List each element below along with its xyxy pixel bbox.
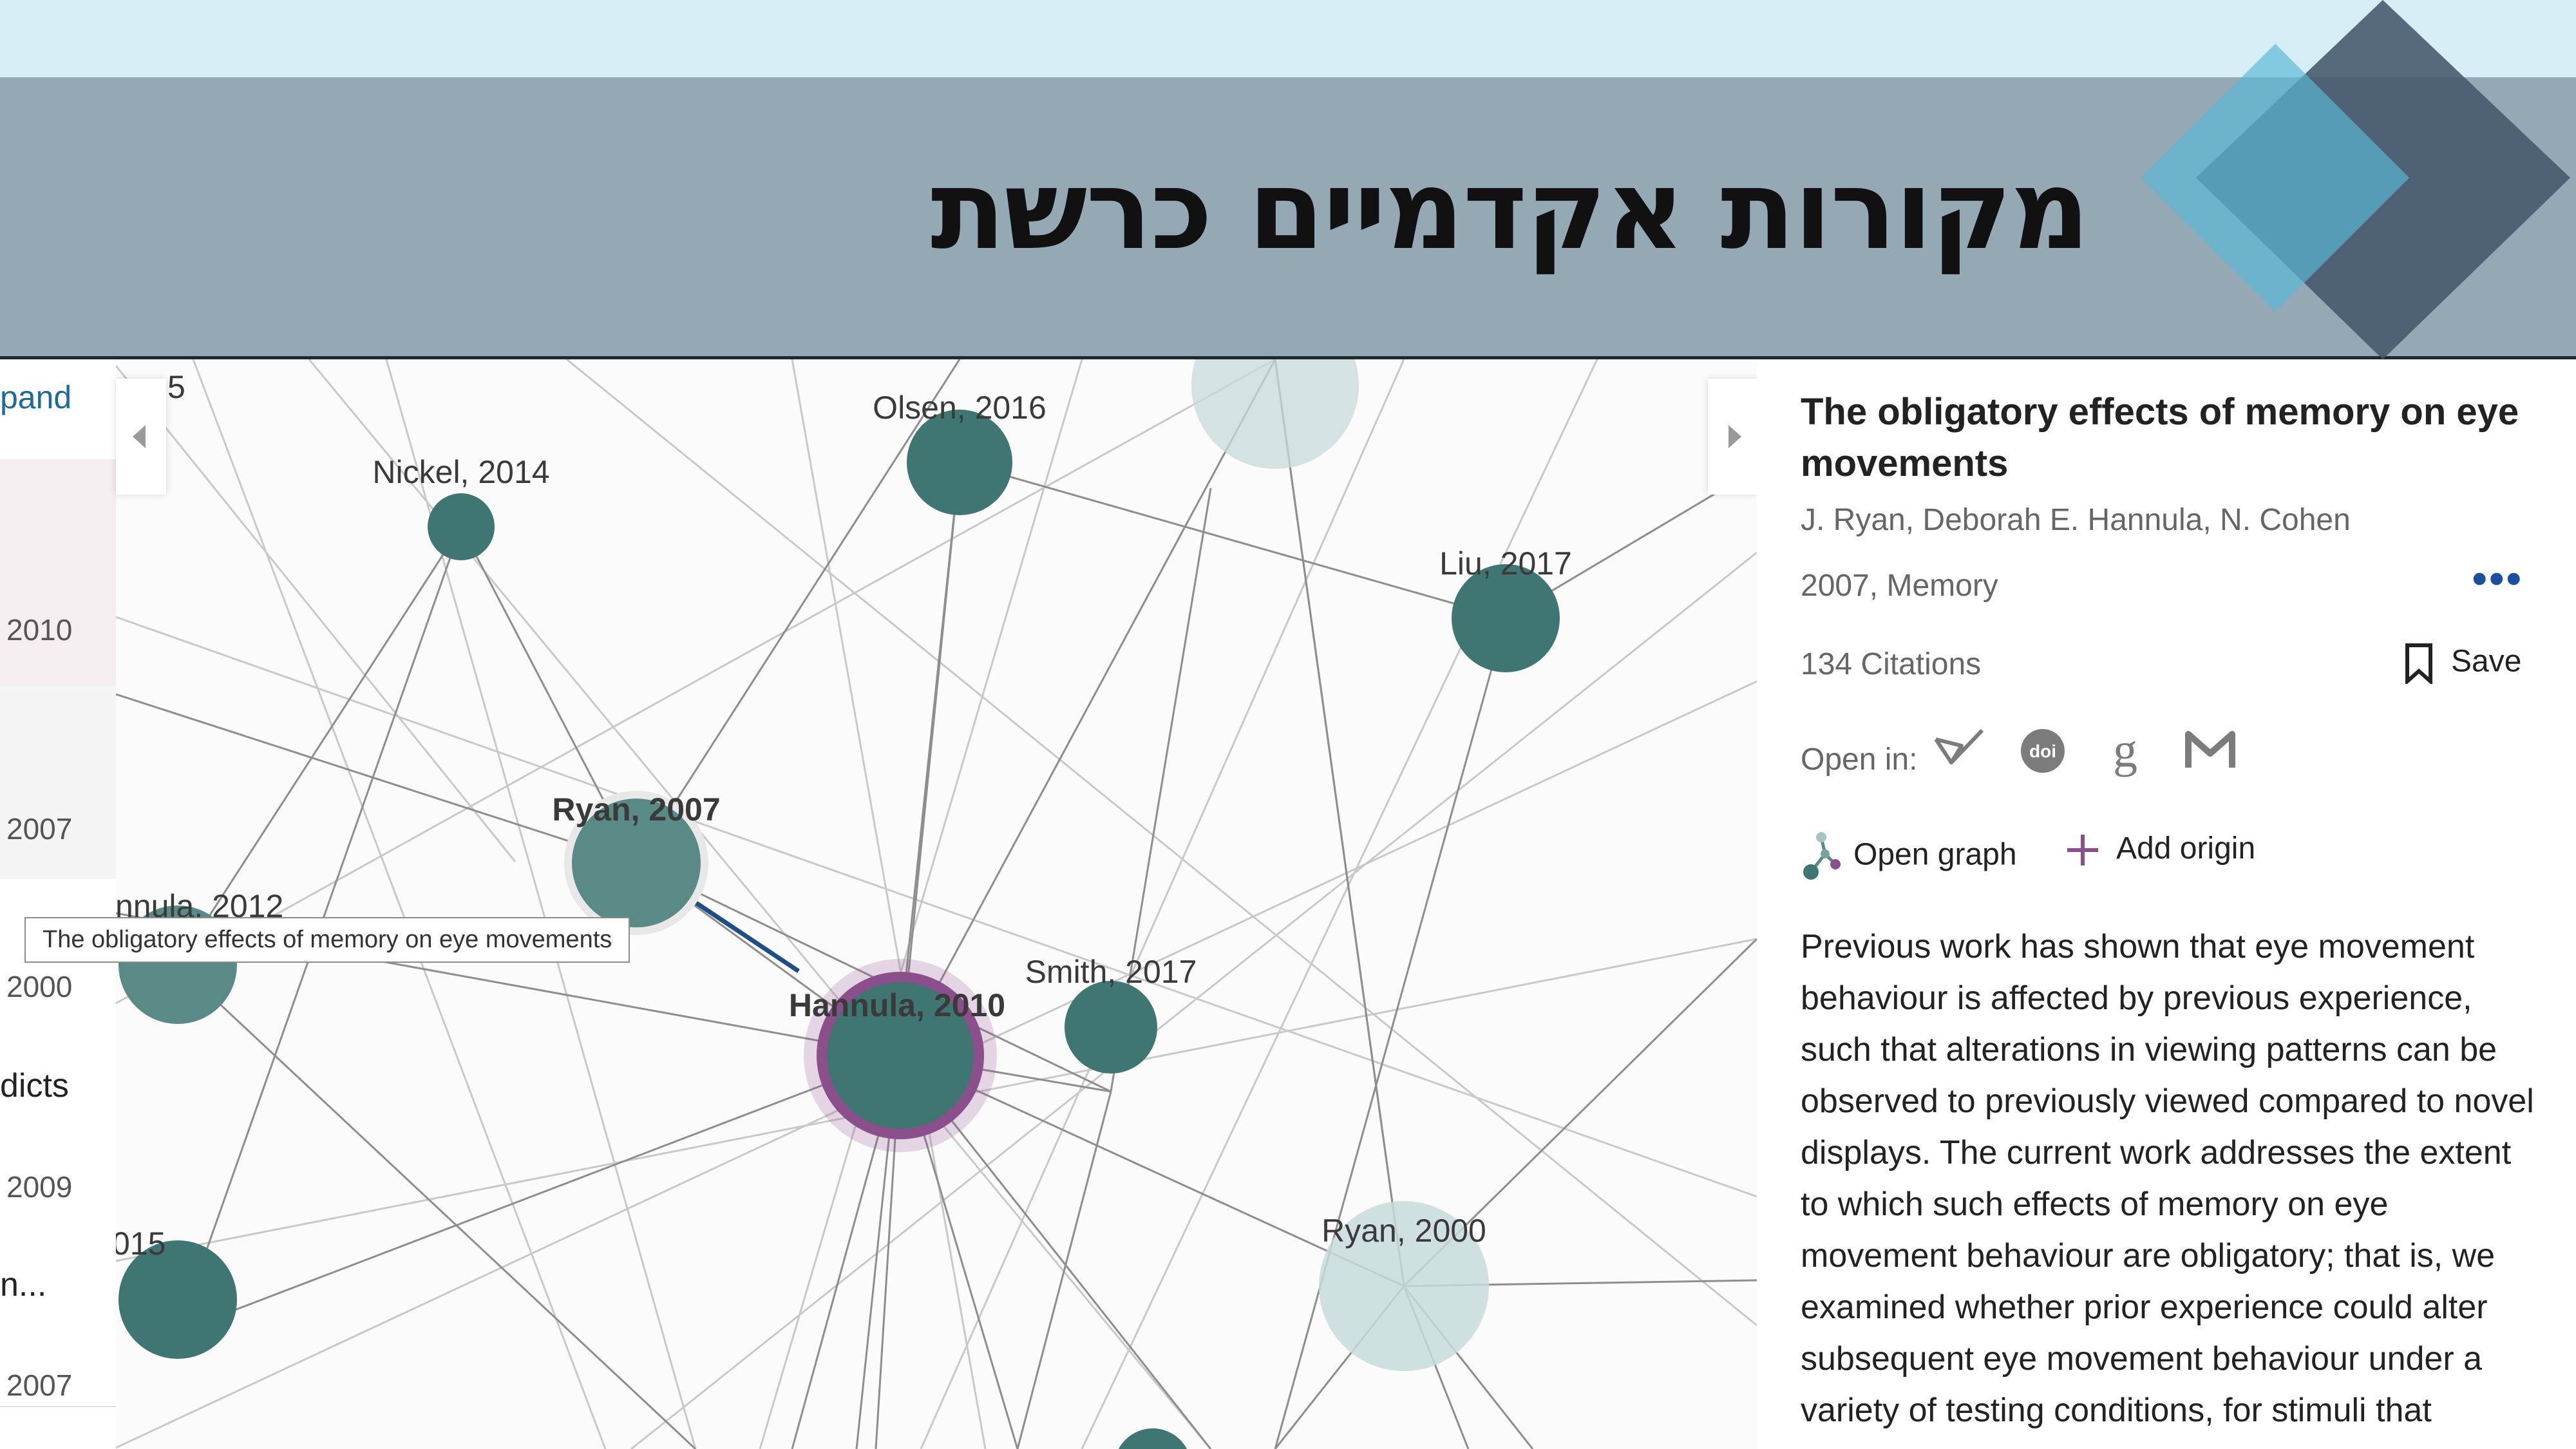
list-item-title: dicts [0, 1067, 69, 1104]
save-label: Save [2451, 644, 2522, 679]
graph-node[interactable] [1114, 1428, 1191, 1449]
expand-link[interactable]: pand [0, 379, 71, 416]
citation-graph[interactable]: Nickel, 2014 Olsen, 2016 Liu, 2017 Ryan,… [116, 359, 1757, 1449]
paper-title: The obligatory effects of memory on eye … [1801, 391, 2519, 484]
slide-title: מקורות אקדמיים כרשת [931, 147, 2090, 274]
node-tooltip: The obligatory effects of memory on eye … [24, 917, 630, 963]
list-item-year: 2007 [6, 812, 73, 846]
add-origin-button[interactable]: Add origin [2065, 831, 2255, 868]
node-label: Ryan, 2007 [552, 791, 720, 828]
open-graph-button[interactable]: Open graph [1801, 831, 2017, 882]
result-list: 2010 2007 2000 dicts 2009 n... 2007 [0, 359, 116, 1449]
paper-details-panel: The obligatory effects of memory on eye … [1757, 359, 2576, 1449]
save-button[interactable]: Save [2402, 643, 2522, 686]
chevron-left-icon [133, 425, 146, 448]
svg-text:g: g [2113, 724, 2137, 777]
graph-node-smith-2017[interactable] [1065, 981, 1157, 1074]
open-graph-label: Open graph [1853, 837, 2017, 872]
collapse-right-button[interactable] [1708, 379, 1758, 495]
open-in-label: Open in: [1801, 743, 1918, 777]
list-item-year: 2009 [6, 1170, 73, 1204]
list-divider [0, 1406, 116, 1407]
node-label: 015 [116, 1226, 166, 1262]
paper-authors: J. Ryan, Deborah E. Hannula, N. Cohen [1801, 503, 2351, 537]
doi-icon[interactable]: doi [2016, 724, 2070, 778]
edges [116, 359, 1757, 1449]
list-item-highlighted[interactable] [0, 459, 116, 686]
paper-year-venue: 2007, Memory [1801, 569, 1998, 603]
node-label: Ryan, 2000 [1321, 1213, 1486, 1249]
faint-edges [116, 359, 1757, 1449]
list-item-year: 2010 [6, 613, 73, 647]
list-item[interactable] [0, 686, 116, 879]
graph-node-nickel-2014[interactable] [428, 493, 495, 560]
graph-icon [1803, 832, 1841, 880]
add-origin-label: Add origin [2116, 831, 2256, 866]
node-label: 5 [167, 369, 185, 405]
chevron-right-icon [1728, 425, 1741, 448]
list-item-title: n... [0, 1266, 47, 1303]
graph-node[interactable] [1191, 359, 1359, 469]
decorative-diamonds [2125, 0, 2576, 359]
svg-text:doi: doi [2029, 741, 2056, 761]
semantic-scholar-icon[interactable] [1932, 724, 1986, 778]
list-item-year: 2007 [6, 1368, 73, 1402]
bookmark-icon [2405, 643, 2432, 686]
node-label: Liu, 2017 [1439, 545, 1572, 582]
collapse-left-button[interactable] [116, 379, 166, 495]
node-label: Olsen, 2016 [873, 390, 1046, 426]
paper-abstract: Previous work has shown that eye movemen… [1801, 928, 2534, 1429]
node-label-selected: Hannula, 2010 [789, 987, 1005, 1023]
list-item-year: 2000 [6, 970, 73, 1003]
node-label: Smith, 2017 [1025, 954, 1197, 990]
citation-count: 134 Citations [1801, 647, 1982, 681]
node-label: Nickel, 2014 [372, 454, 549, 490]
plus-icon [2067, 835, 2098, 866]
microsoft-academic-icon[interactable] [2183, 724, 2237, 778]
google-scholar-icon[interactable]: g [2099, 724, 2154, 778]
more-options-button[interactable]: ••• [2472, 553, 2523, 604]
